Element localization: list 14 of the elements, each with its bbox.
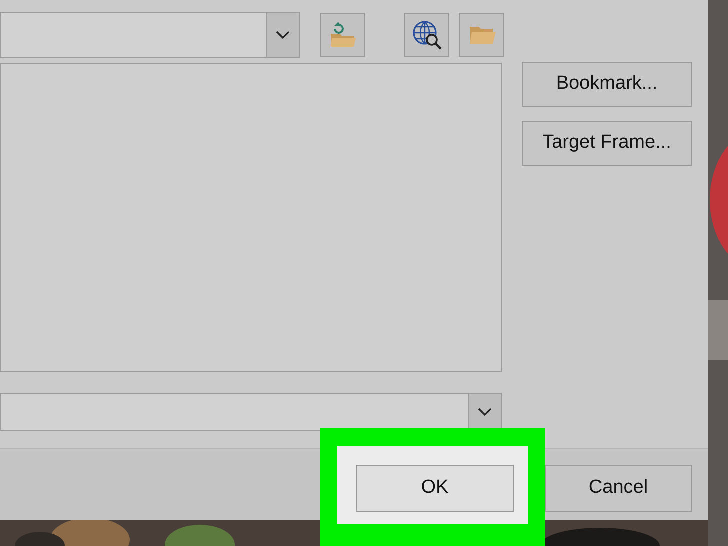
address-field[interactable] (0, 12, 300, 58)
dropdown-button[interactable] (266, 13, 299, 57)
chevron-down-icon (276, 31, 290, 39)
folder-button[interactable] (459, 13, 504, 57)
dialog-button[interactable]: OK (356, 465, 514, 512)
side-button[interactable]: Bookmark... (522, 62, 692, 107)
globe-search-icon (410, 20, 442, 50)
dropdown-button[interactable] (468, 394, 501, 430)
chevron-down-icon (478, 408, 492, 416)
folder-up-button[interactable] (320, 13, 365, 57)
side-button[interactable]: Target Frame... (522, 121, 692, 166)
web-search-button[interactable] (404, 13, 449, 57)
target-field[interactable] (0, 393, 502, 431)
dialog-button[interactable]: Cancel (545, 465, 692, 512)
